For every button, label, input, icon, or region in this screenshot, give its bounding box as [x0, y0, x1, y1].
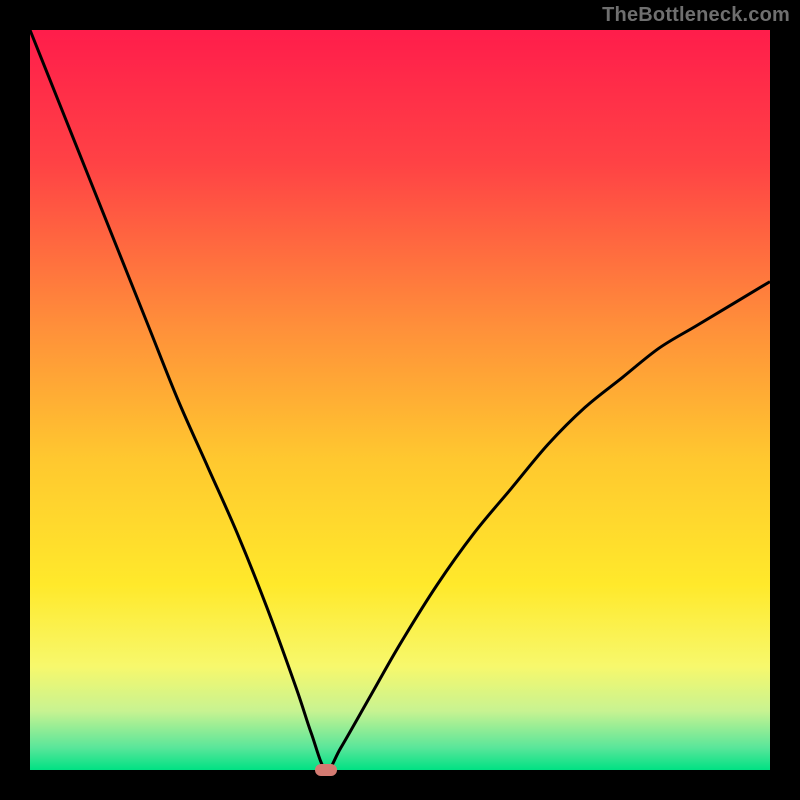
minimum-marker	[315, 764, 337, 776]
bottleneck-curve	[30, 30, 770, 770]
watermark-text: TheBottleneck.com	[602, 4, 790, 27]
chart-frame: TheBottleneck.com	[0, 0, 800, 800]
